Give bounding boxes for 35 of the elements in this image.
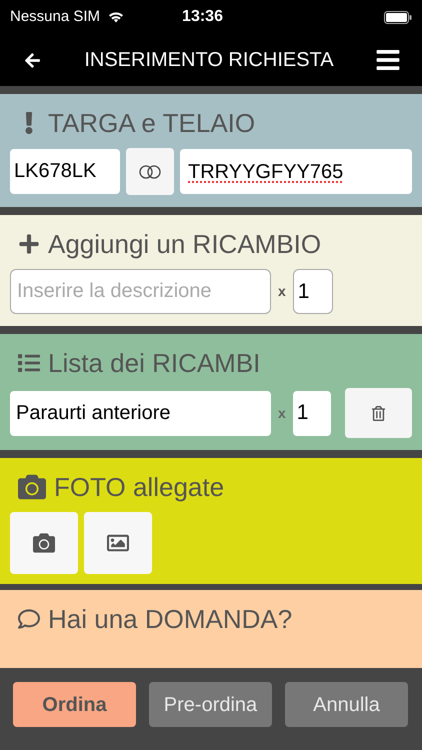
camera-icon xyxy=(33,532,55,554)
section-title: Aggiungi un RICAMBIO xyxy=(48,228,322,261)
battery-icon xyxy=(384,10,412,24)
camera-icon xyxy=(18,473,46,501)
quantity-field[interactable]: 1 xyxy=(292,269,333,314)
image-icon xyxy=(107,532,129,554)
trash-icon xyxy=(370,406,386,420)
speech-bubble-icon xyxy=(18,608,40,630)
section-title: Hai una DOMANDA? xyxy=(48,603,292,636)
plate-field[interactable]: LK678LK xyxy=(10,149,120,194)
toggle-icon xyxy=(138,164,162,178)
gallery-button[interactable] xyxy=(84,512,152,574)
swap-button[interactable] xyxy=(126,148,174,195)
section-title: TARGA e TELAIO xyxy=(48,107,256,140)
times-sign: x xyxy=(278,404,286,422)
section-title: Lista dei RICAMBI xyxy=(48,347,260,380)
part-field[interactable]: Paraurti anteriore xyxy=(10,390,271,436)
section-title: FOTO allegate xyxy=(54,471,224,504)
action-button[interactable]: Annulla xyxy=(285,682,408,727)
delete-button[interactable] xyxy=(344,388,412,438)
description-field[interactable]: Inserire la descrizione xyxy=(10,269,271,314)
carrier-text: Nessuna SIM xyxy=(10,6,100,27)
times-sign: x xyxy=(278,282,286,301)
menu-icon xyxy=(375,47,401,73)
take-photo-button[interactable] xyxy=(10,512,78,574)
action-button[interactable]: Ordina xyxy=(13,682,136,727)
plus-icon xyxy=(18,233,40,255)
frame-number-field[interactable]: TRRYYGFYY765 xyxy=(180,149,412,194)
back-arrow-icon xyxy=(24,52,40,68)
clock-text: 13:36 xyxy=(182,7,223,27)
wifi-icon xyxy=(108,11,124,23)
action-button[interactable]: Pre-ordina xyxy=(149,682,272,727)
screen-title: INSERIMENTO RICHIESTA xyxy=(83,48,335,73)
quantity-field[interactable]: 1 xyxy=(292,390,331,436)
list-icon xyxy=(18,352,40,374)
